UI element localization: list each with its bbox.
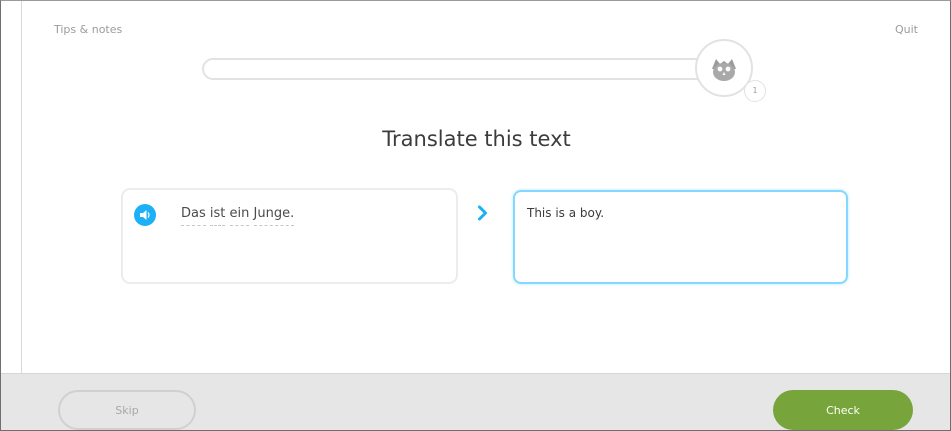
tips-and-notes-link[interactable]: Tips & notes xyxy=(54,23,122,36)
source-word[interactable]: ist xyxy=(209,206,226,226)
translation-input[interactable] xyxy=(513,190,848,284)
challenge-title: Translate this text xyxy=(382,127,571,151)
source-word[interactable]: Das xyxy=(181,206,206,226)
lesson-progress-bar xyxy=(202,58,721,80)
source-sentence-card: Das ist ein Junge. xyxy=(121,188,458,284)
left-divider xyxy=(21,1,22,373)
chevron-right-icon xyxy=(478,205,487,221)
source-sentence: Das ist ein Junge. xyxy=(181,206,295,226)
play-audio-button[interactable] xyxy=(134,204,156,226)
check-button[interactable]: Check xyxy=(773,390,913,430)
owl-icon xyxy=(712,59,736,81)
badge-count: 1 xyxy=(744,80,766,102)
lesson-window: Tips & notes Quit 1 Translate this text … xyxy=(0,0,951,431)
source-word[interactable]: ein xyxy=(229,206,250,226)
quit-link[interactable]: Quit xyxy=(895,23,918,36)
skip-button[interactable]: Skip xyxy=(58,390,196,430)
source-word[interactable]: Junge. xyxy=(253,206,295,226)
speaker-icon xyxy=(140,210,150,220)
footer-bar: Skip Check xyxy=(1,373,950,430)
